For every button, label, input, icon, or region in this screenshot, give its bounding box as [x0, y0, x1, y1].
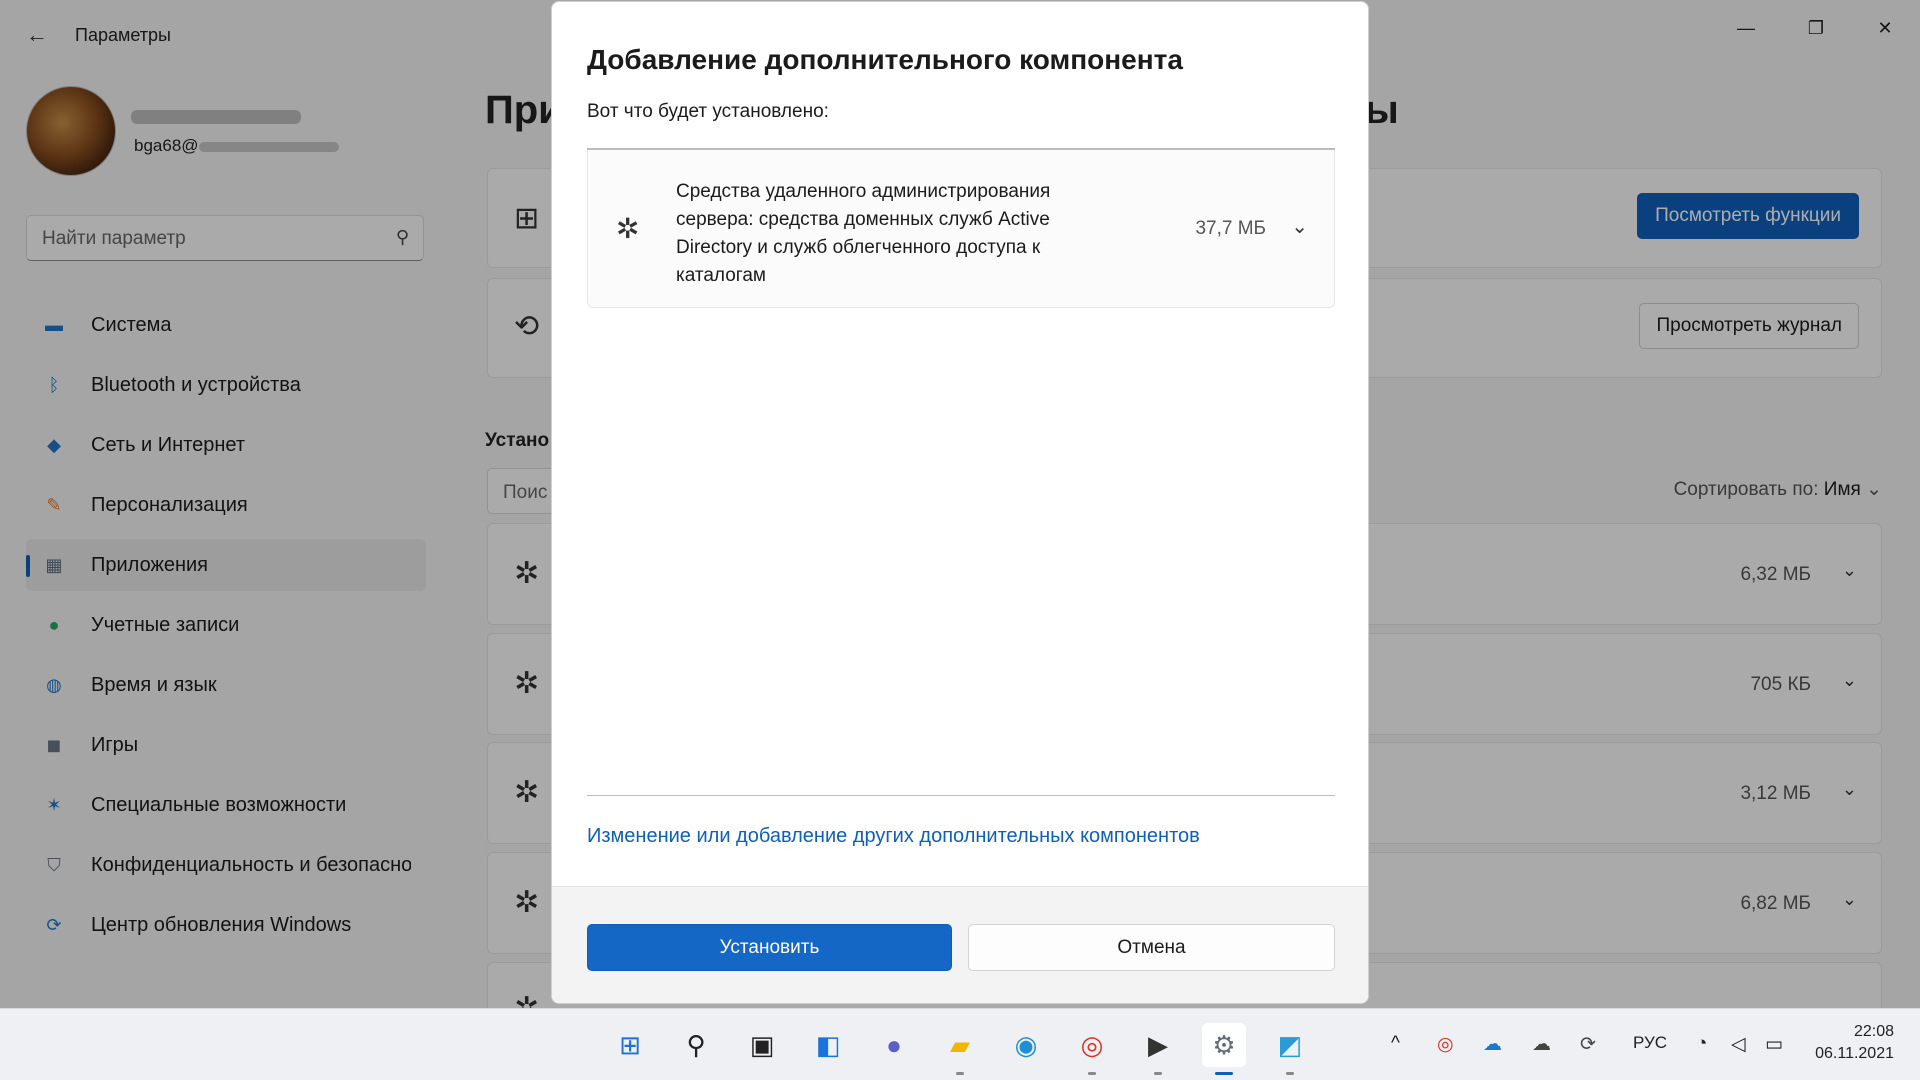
chrome-icon[interactable]: ◎: [1070, 1023, 1114, 1075]
widgets-icon[interactable]: ◧: [806, 1023, 850, 1067]
add-optional-feature-dialog: Добавление дополнительного компонента Во…: [551, 1, 1369, 1004]
divider: [587, 795, 1335, 796]
sync-icon[interactable]: ⟳: [1580, 1033, 1596, 1056]
tray-overflow-icon[interactable]: ^: [1391, 1033, 1400, 1055]
component-item[interactable]: ✲ Средства удаленного администрирования …: [587, 150, 1335, 308]
control-panel-icon[interactable]: ◩: [1268, 1023, 1312, 1075]
running-indicator: [1215, 1072, 1233, 1075]
settings-icon[interactable]: ⚙: [1202, 1023, 1246, 1075]
running-indicator: [1088, 1072, 1096, 1075]
language-indicator[interactable]: РУС: [1633, 1033, 1667, 1053]
search-icon[interactable]: ⚲: [674, 1023, 718, 1067]
taskbar: ⊞ ⚲ ▣ ◧ ● ▰ ◉ ◎ ▶ ⚙ ◩ ^ ◎ ☁ ☁ ⟳ ◔ ◁ ▭: [0, 1008, 1920, 1080]
dialog-subtitle: Вот что будет установлено:: [587, 101, 829, 122]
change-components-link[interactable]: Изменение или добавление других дополнит…: [587, 825, 1200, 848]
install-button[interactable]: Установить: [587, 924, 952, 971]
wifi-icon[interactable]: ◔: [1696, 1033, 1707, 1055]
chat-icon[interactable]: ●: [872, 1023, 916, 1067]
onedrive-icon[interactable]: ☁: [1483, 1033, 1502, 1056]
clock-date: 06.11.2021: [1815, 1045, 1894, 1062]
dialog-footer: Установить Отмена: [552, 886, 1368, 1003]
chrome-tray-icon[interactable]: ◎: [1437, 1033, 1454, 1056]
onedrive-personal-icon[interactable]: ☁: [1532, 1033, 1551, 1056]
running-indicator: [1154, 1072, 1162, 1075]
running-indicator: [956, 1072, 964, 1075]
terminal-icon[interactable]: ▶: [1136, 1023, 1180, 1075]
running-indicator: [1286, 1072, 1294, 1075]
file-explorer-icon[interactable]: ▰: [938, 1023, 982, 1075]
component-size: 37,7 МБ: [1195, 218, 1266, 239]
task-view-icon[interactable]: ▣: [740, 1023, 784, 1067]
component-name: Средства удаленного администрирования се…: [676, 181, 1051, 286]
clock-time: 22:08: [1853, 1023, 1894, 1040]
chevron-down-icon[interactable]: ⌄: [1291, 214, 1308, 239]
volume-icon[interactable]: ◁: [1731, 1033, 1746, 1056]
puzzle-icon: ✲: [616, 213, 640, 244]
battery-icon[interactable]: ▭: [1765, 1033, 1783, 1056]
start-icon[interactable]: ⊞: [608, 1023, 652, 1067]
cancel-button[interactable]: Отмена: [968, 924, 1335, 971]
clock[interactable]: 22:08 06.11.2021: [1815, 1021, 1894, 1065]
edge-icon[interactable]: ◉: [1004, 1023, 1048, 1067]
dialog-title: Добавление дополнительного компонента: [587, 44, 1183, 75]
